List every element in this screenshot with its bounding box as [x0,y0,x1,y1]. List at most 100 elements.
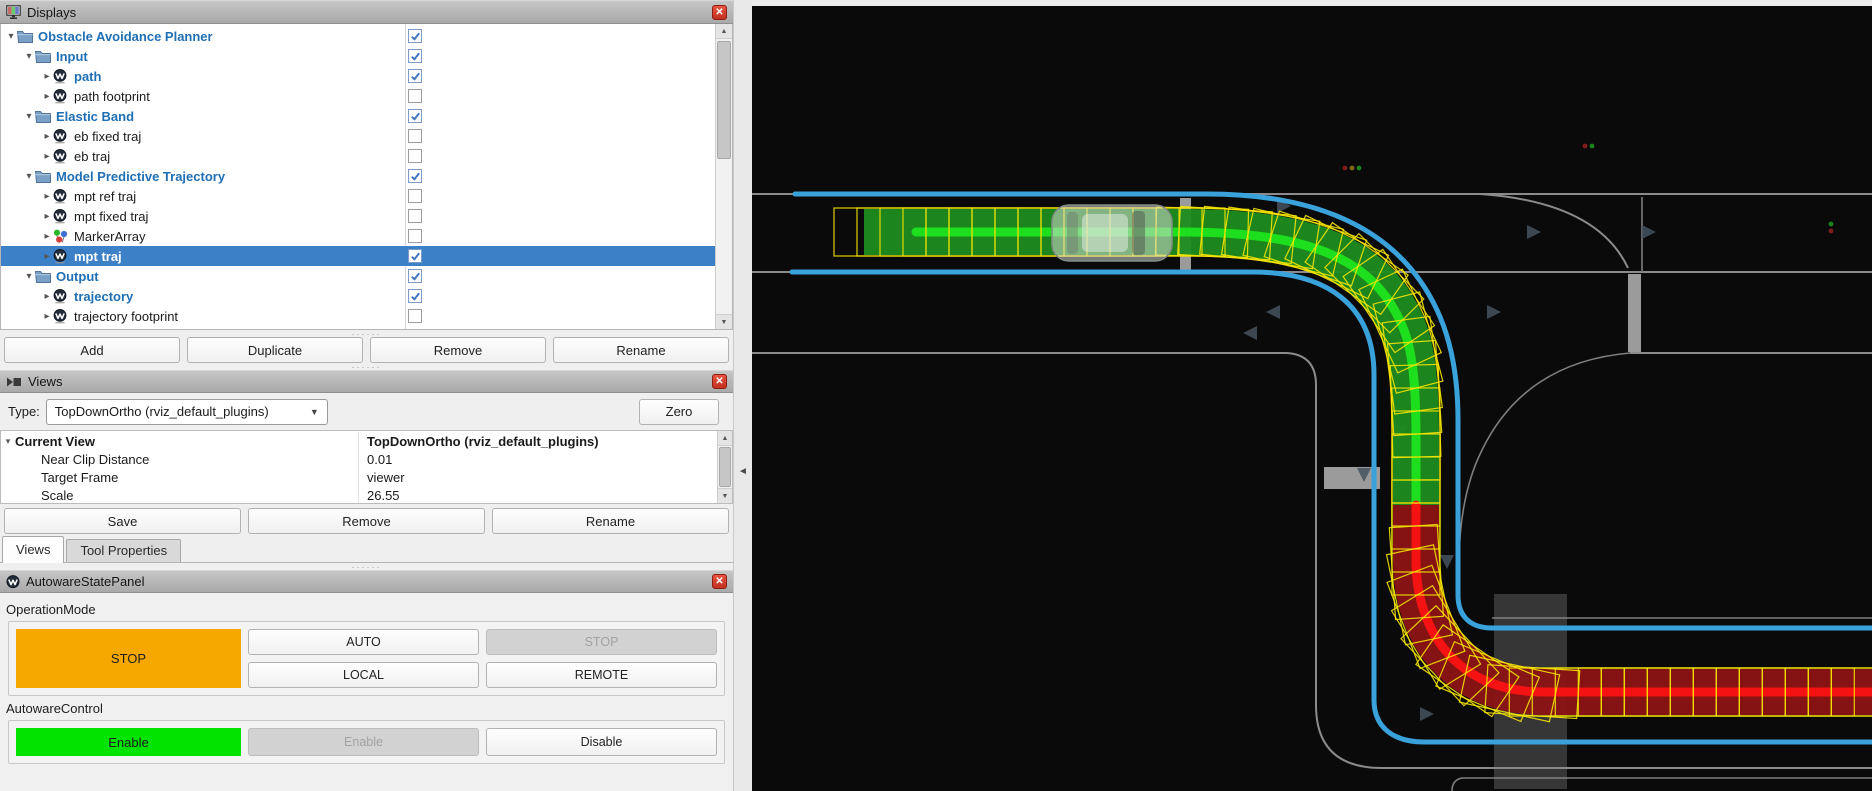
property-row[interactable]: Near Clip Distance 0.01 [1,450,717,468]
expand-arrow-icon[interactable]: ▾ [23,271,35,282]
expand-arrow-icon[interactable]: ▸ [41,311,53,322]
display-tree-row[interactable]: ▸ mpt fixed traj [1,206,715,226]
expand-arrow-icon[interactable]: ▸ [41,91,53,102]
scrollbar-thumb[interactable] [717,41,731,159]
display-checkbox[interactable] [408,249,422,263]
expand-arrow-icon[interactable]: ▾ [23,111,35,122]
rename-button[interactable]: Rename [492,508,729,534]
display-checkbox[interactable] [408,29,422,43]
display-checkbox[interactable] [408,189,422,203]
splitter-handle[interactable]: ······ [0,330,733,337]
scroll-up-icon[interactable]: ▲ [718,431,732,446]
view-type-combobox[interactable]: TopDownOrtho (rviz_default_plugins) ▼ [46,399,328,425]
close-icon[interactable]: ✕ [712,574,727,589]
autoware-panel-titlebar[interactable]: AutowareStatePanel ✕ [0,570,733,593]
display-checkbox[interactable] [408,269,422,283]
property-value[interactable]: TopDownOrtho (rviz_default_plugins) [359,434,599,449]
close-icon[interactable]: ✕ [712,374,727,389]
remove-button[interactable]: Remove [248,508,485,534]
display-tree-row[interactable]: ▸ mpt traj [1,246,715,266]
scroll-down-icon[interactable]: ▼ [716,314,732,329]
display-tree-row[interactable]: ▾ Input [1,46,715,66]
autoware-icon [6,575,20,589]
scrollbar-thumb[interactable] [719,447,731,487]
view-type-value: TopDownOrtho (rviz_default_plugins) [55,404,269,419]
add-button[interactable]: Add [4,337,180,363]
display-checkbox[interactable] [408,129,422,143]
property-row[interactable]: Scale 26.55 [1,486,717,504]
display-checkbox[interactable] [408,149,422,163]
display-checkbox[interactable] [408,69,422,83]
display-checkbox[interactable] [408,89,422,103]
remote-button[interactable]: REMOTE [486,662,717,688]
displays-panel-titlebar[interactable]: Displays ✕ [0,0,733,24]
expand-arrow-icon[interactable]: ▾ [5,31,17,42]
display-checkbox[interactable] [408,169,422,183]
expand-arrow-icon[interactable]: ▾ [23,171,35,182]
display-tree-row[interactable]: ▸ path footprint [1,86,715,106]
expand-arrow-icon[interactable]: ▸ [41,251,53,262]
property-row[interactable]: ▾ Current View TopDownOrtho (rviz_defaul… [1,432,717,450]
expand-arrow-icon[interactable]: ▸ [41,71,53,82]
stop-button[interactable]: STOP [486,629,717,655]
splitter-handle[interactable]: ······ [0,363,733,370]
close-icon[interactable]: ✕ [712,5,727,20]
views-panel-titlebar[interactable]: Views ✕ [0,370,733,393]
display-tree-row[interactable]: ▸ MarkerArray [1,226,715,246]
local-button[interactable]: LOCAL [248,662,479,688]
expand-arrow-icon[interactable]: ▸ [41,151,53,162]
expand-arrow-icon[interactable]: ▸ [41,291,53,302]
tab-views[interactable]: Views [2,536,64,563]
collapse-left-icon[interactable]: ◄ [738,466,748,477]
save-button[interactable]: Save [4,508,241,534]
display-checkbox[interactable] [408,109,422,123]
expand-arrow-icon[interactable]: ▸ [41,231,53,242]
display-tree-row[interactable]: ▸ trajectory footprint [1,306,715,326]
display-checkbox[interactable] [408,229,422,243]
display-checkbox[interactable] [408,309,422,323]
display-checkbox[interactable] [408,289,422,303]
expand-arrow-icon[interactable]: ▸ [41,131,53,142]
view-properties-grid[interactable]: ▾ Current View TopDownOrtho (rviz_defaul… [0,430,733,504]
display-tree-row[interactable]: ▾ Obstacle Avoidance Planner [1,26,715,46]
display-checkbox[interactable] [408,209,422,223]
duplicate-button[interactable]: Duplicate [187,337,363,363]
zero-button[interactable]: Zero [639,399,719,425]
tab-tool-properties[interactable]: Tool Properties [66,539,181,562]
disable-button[interactable]: Disable [486,728,717,756]
property-value[interactable]: 26.55 [359,488,400,503]
expand-arrow-icon[interactable]: ▾ [23,51,35,62]
display-tree-row[interactable]: ▾ Model Predictive Trajectory [1,166,715,186]
display-icon [53,289,71,304]
display-icon [53,69,71,84]
view-properties-scrollbar[interactable]: ▲ ▼ [717,431,732,503]
displays-tree-scrollbar[interactable]: ▲ ▼ [715,24,732,329]
property-value[interactable]: 0.01 [359,452,392,467]
operation-mode-state: STOP [16,629,241,688]
splitter-handle[interactable]: ······ [0,563,733,570]
rename-button[interactable]: Rename [553,337,729,363]
scroll-down-icon[interactable]: ▼ [718,488,732,503]
display-tree-row[interactable]: ▾ Elastic Band [1,106,715,126]
remove-button[interactable]: Remove [370,337,546,363]
scroll-up-icon[interactable]: ▲ [716,24,732,39]
chevron-down-icon: ▼ [310,407,319,417]
enable-button[interactable]: Enable [248,728,479,756]
3d-viewport[interactable] [752,0,1872,791]
property-value[interactable]: viewer [359,470,405,485]
property-row[interactable]: Target Frame viewer [1,468,717,486]
display-label: trajectory footprint [74,309,178,324]
display-tree-row[interactable]: ▸ eb fixed traj [1,126,715,146]
display-checkbox[interactable] [408,49,422,63]
displays-tree[interactable]: ▾ Obstacle Avoidance Planner ▾ Input ▸ p… [0,24,733,330]
display-tree-row[interactable]: ▸ mpt ref traj [1,186,715,206]
expand-arrow-icon[interactable]: ▸ [41,191,53,202]
display-tree-row[interactable]: ▸ trajectory [1,286,715,306]
expand-arrow-icon[interactable]: ▾ [1,436,15,447]
display-tree-row[interactable]: ▸ eb traj [1,146,715,166]
panel-viewport-splitter[interactable]: ◄ [733,0,752,791]
expand-arrow-icon[interactable]: ▸ [41,211,53,222]
display-tree-row[interactable]: ▸ path [1,66,715,86]
display-tree-row[interactable]: ▾ Output [1,266,715,286]
auto-button[interactable]: AUTO [248,629,479,655]
